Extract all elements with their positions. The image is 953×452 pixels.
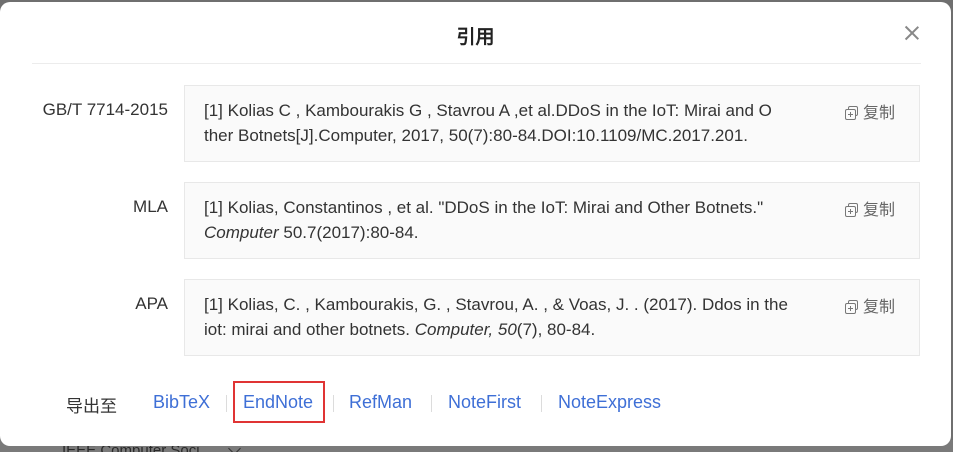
copy-label: 复制 [863,200,896,219]
close-icon[interactable] [902,23,922,43]
export-link-bibtex[interactable]: BibTeX [153,392,210,413]
copy-icon [845,202,859,217]
highlight-box-endnote [233,381,325,423]
citation-volume: 50.7(2017):80-84. [278,223,419,242]
citation-box-gbt: [1] Kolias C , Kambourakis G , Stavrou A… [184,85,920,162]
export-separator [541,395,542,412]
citation-text-gbt: [1] Kolias C , Kambourakis G , Stavrou A… [204,98,835,148]
export-separator [431,395,432,412]
dialog-title: 引用 [456,26,495,48]
citation-text-line: [1] Kolias, Constantinos , et al. "DDoS … [204,198,764,217]
citation-format-mla: MLA [133,197,168,216]
citation-text-line: [1] Kolias, C. , Kambourakis, G. , Stavr… [204,295,788,314]
citation-text-mla: [1] Kolias, Constantinos , et al. "DDoS … [204,195,835,245]
title-divider [32,63,921,64]
export-link-noteexpress[interactable]: NoteExpress [558,392,661,413]
citation-format-apa: APA [135,294,168,313]
citation-text-line: iot: mirai and other botnets. Computer, … [204,317,835,342]
copy-icon [845,105,859,120]
citation-title-end: iot: mirai and other botnets. [204,320,415,339]
copy-button-mla[interactable]: 复制 [845,197,895,219]
export-label: 导出至 [66,397,117,417]
copy-button-apa[interactable]: 复制 [845,294,895,316]
citation-text-line: [1] Kolias C , Kambourakis G , Stavrou A… [204,101,772,120]
citation-text-line: ther Botnets[J].Computer, 2017, 50(7):80… [204,126,749,145]
export-link-notefirst[interactable]: NoteFirst [448,392,521,413]
citation-box-mla: [1] Kolias, Constantinos , et al. "DDoS … [184,182,920,259]
export-link-refman[interactable]: RefMan [349,392,412,413]
export-separator [226,395,227,412]
citation-box-apa: [1] Kolias, C. , Kambourakis, G. , Stavr… [184,279,920,356]
citation-text-apa: [1] Kolias, C. , Kambourakis, G. , Stavr… [204,292,835,342]
copy-label: 复制 [863,103,896,122]
citation-format-gbt: GB/T 7714-2015 [42,100,168,119]
citation-issue: (7), 80-84. [516,320,596,339]
journal-name: Computer [204,223,279,242]
copy-icon [845,299,859,314]
copy-button-gbt[interactable]: 复制 [845,100,895,122]
copy-label: 复制 [863,297,896,316]
citation-dialog: 引用 GB/T 7714-2015 [1] Kolias C , Kambour… [0,2,951,446]
export-separator [333,395,334,412]
journal-name: Computer, 50 [414,320,517,339]
citation-text-line: Computer 50.7(2017):80-84. [204,220,835,245]
